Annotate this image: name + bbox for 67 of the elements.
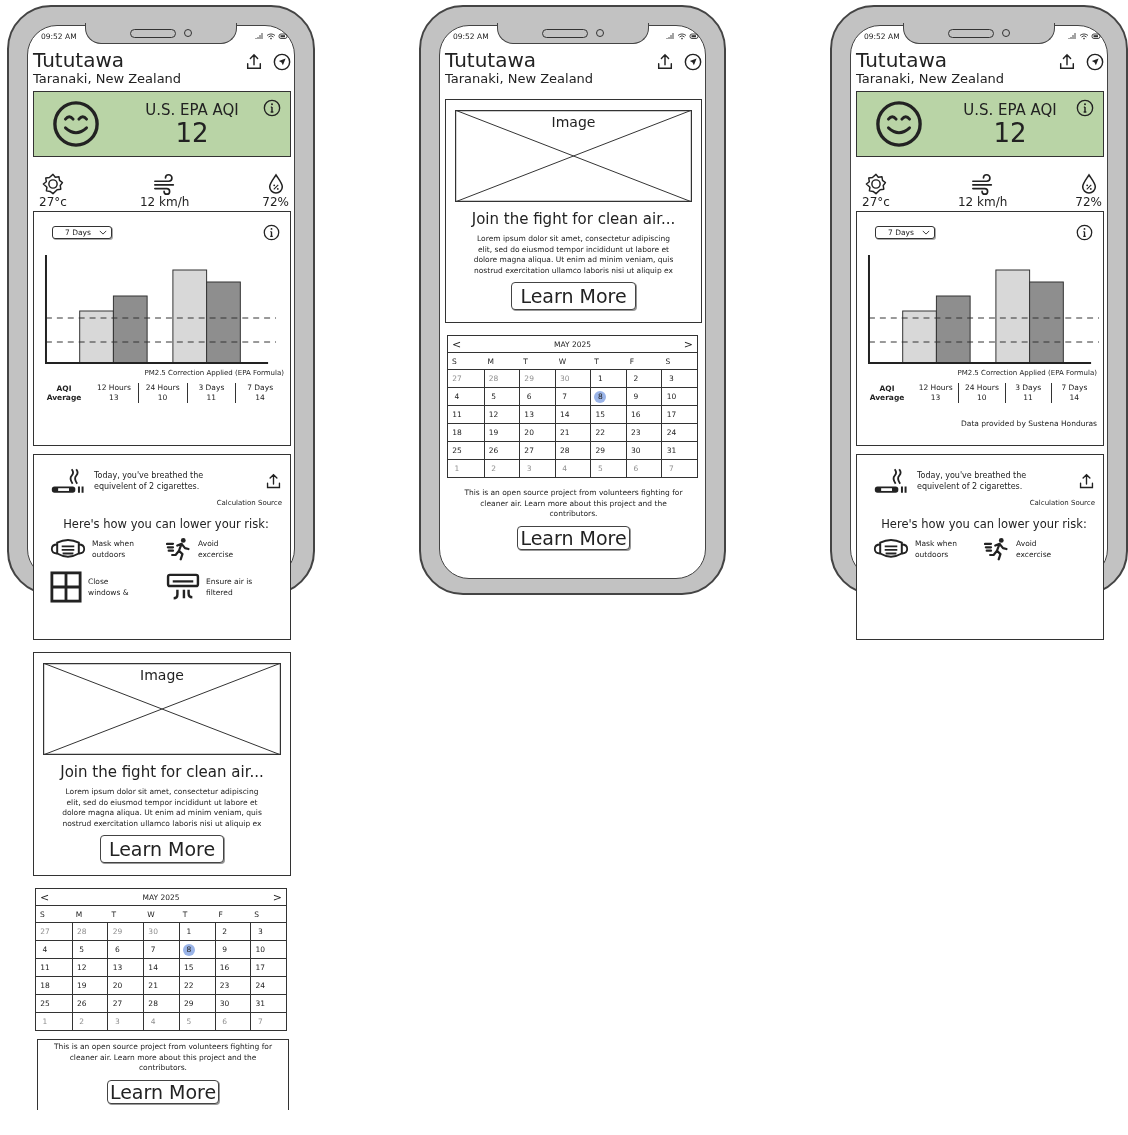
risk-heading: Here's how you can lower your risk: [880, 517, 1088, 531]
navigation-icon[interactable] [1086, 53, 1104, 71]
learn-more-button[interactable]: Learn More [517, 525, 630, 550]
smiley-icon [52, 100, 100, 148]
location-title: Tututawa [856, 49, 949, 71]
caret-icon [921, 230, 930, 235]
image-label: Image [140, 667, 184, 685]
aqi-label: U.S. EPA AQI [145, 101, 239, 119]
running-person-icon [166, 537, 192, 561]
humidity-icon [266, 173, 285, 195]
window-icon [50, 571, 82, 603]
location-title: Tututawa [33, 49, 126, 71]
navigation-icon[interactable] [684, 53, 702, 71]
chart-bar [935, 295, 971, 364]
exposure-text: Today, you've breathed the equivelent of 2 cigarettes. [94, 470, 205, 492]
weather-value: 12 km/h [139, 195, 190, 209]
info-icon[interactable] [263, 224, 280, 241]
wind-icon [970, 173, 995, 195]
status-icons [666, 32, 700, 40]
share-icon[interactable] [245, 53, 263, 71]
share-icon[interactable] [265, 472, 282, 490]
weather-value: 72% [262, 195, 289, 209]
risk-heading: Here's how you can lower your risk: [62, 517, 270, 531]
humidity-icon [1079, 173, 1098, 195]
caret-icon [98, 230, 107, 235]
smiley-icon [875, 100, 923, 148]
face-mask-icon [50, 537, 86, 561]
running-person-icon [984, 537, 1010, 561]
share-icon[interactable] [1058, 53, 1076, 71]
chart-bar [79, 310, 114, 364]
aqi-value: 12 [993, 119, 1027, 147]
weather-value: 72% [1075, 195, 1102, 209]
next-month-button[interactable]: > [268, 890, 286, 904]
learn-more-button[interactable]: Learn More [106, 1079, 220, 1104]
aqi-value: 12 [175, 119, 209, 147]
weather-value: 27°c [39, 195, 67, 209]
status-icons [255, 32, 289, 40]
previous-month-button[interactable]: < [448, 337, 466, 351]
info-icon[interactable] [1076, 99, 1094, 117]
promo-heading: Join the fight for clean air... [471, 210, 676, 228]
location-title: Tututawa [445, 49, 538, 71]
next-month-button[interactable]: > [679, 337, 697, 351]
info-icon[interactable] [263, 99, 281, 117]
share-icon[interactable] [656, 53, 674, 71]
wind-icon [152, 173, 177, 195]
sun-icon [41, 173, 64, 195]
location-subtitle: Taranaki, New Zealand [33, 71, 182, 87]
learn-more-button[interactable]: Learn More [99, 835, 225, 863]
status-icons [1068, 32, 1102, 40]
image-label: Image [551, 114, 596, 132]
info-icon[interactable] [1076, 224, 1093, 241]
navigation-icon[interactable] [273, 53, 291, 71]
share-icon[interactable] [1078, 472, 1095, 490]
previous-month-button[interactable]: < [36, 890, 54, 904]
weather-value: 12 km/h [957, 195, 1008, 209]
chart-bar [112, 295, 148, 364]
learn-more-button[interactable]: Learn More [511, 282, 636, 310]
face-mask-icon [873, 537, 909, 561]
air-conditioner-icon [166, 573, 200, 601]
exposure-text: Today, you've breathed the equivelent of 2 cigarettes. [917, 470, 1028, 492]
chart-bar [902, 310, 937, 364]
aqi-label: U.S. EPA AQI [963, 101, 1057, 119]
sun-icon [864, 173, 887, 195]
location-subtitle: Taranaki, New Zealand [856, 71, 1005, 87]
weather-value: 27°c [862, 195, 890, 209]
location-subtitle: Taranaki, New Zealand [445, 71, 594, 87]
promo-heading: Join the fight for clean air... [60, 763, 264, 781]
